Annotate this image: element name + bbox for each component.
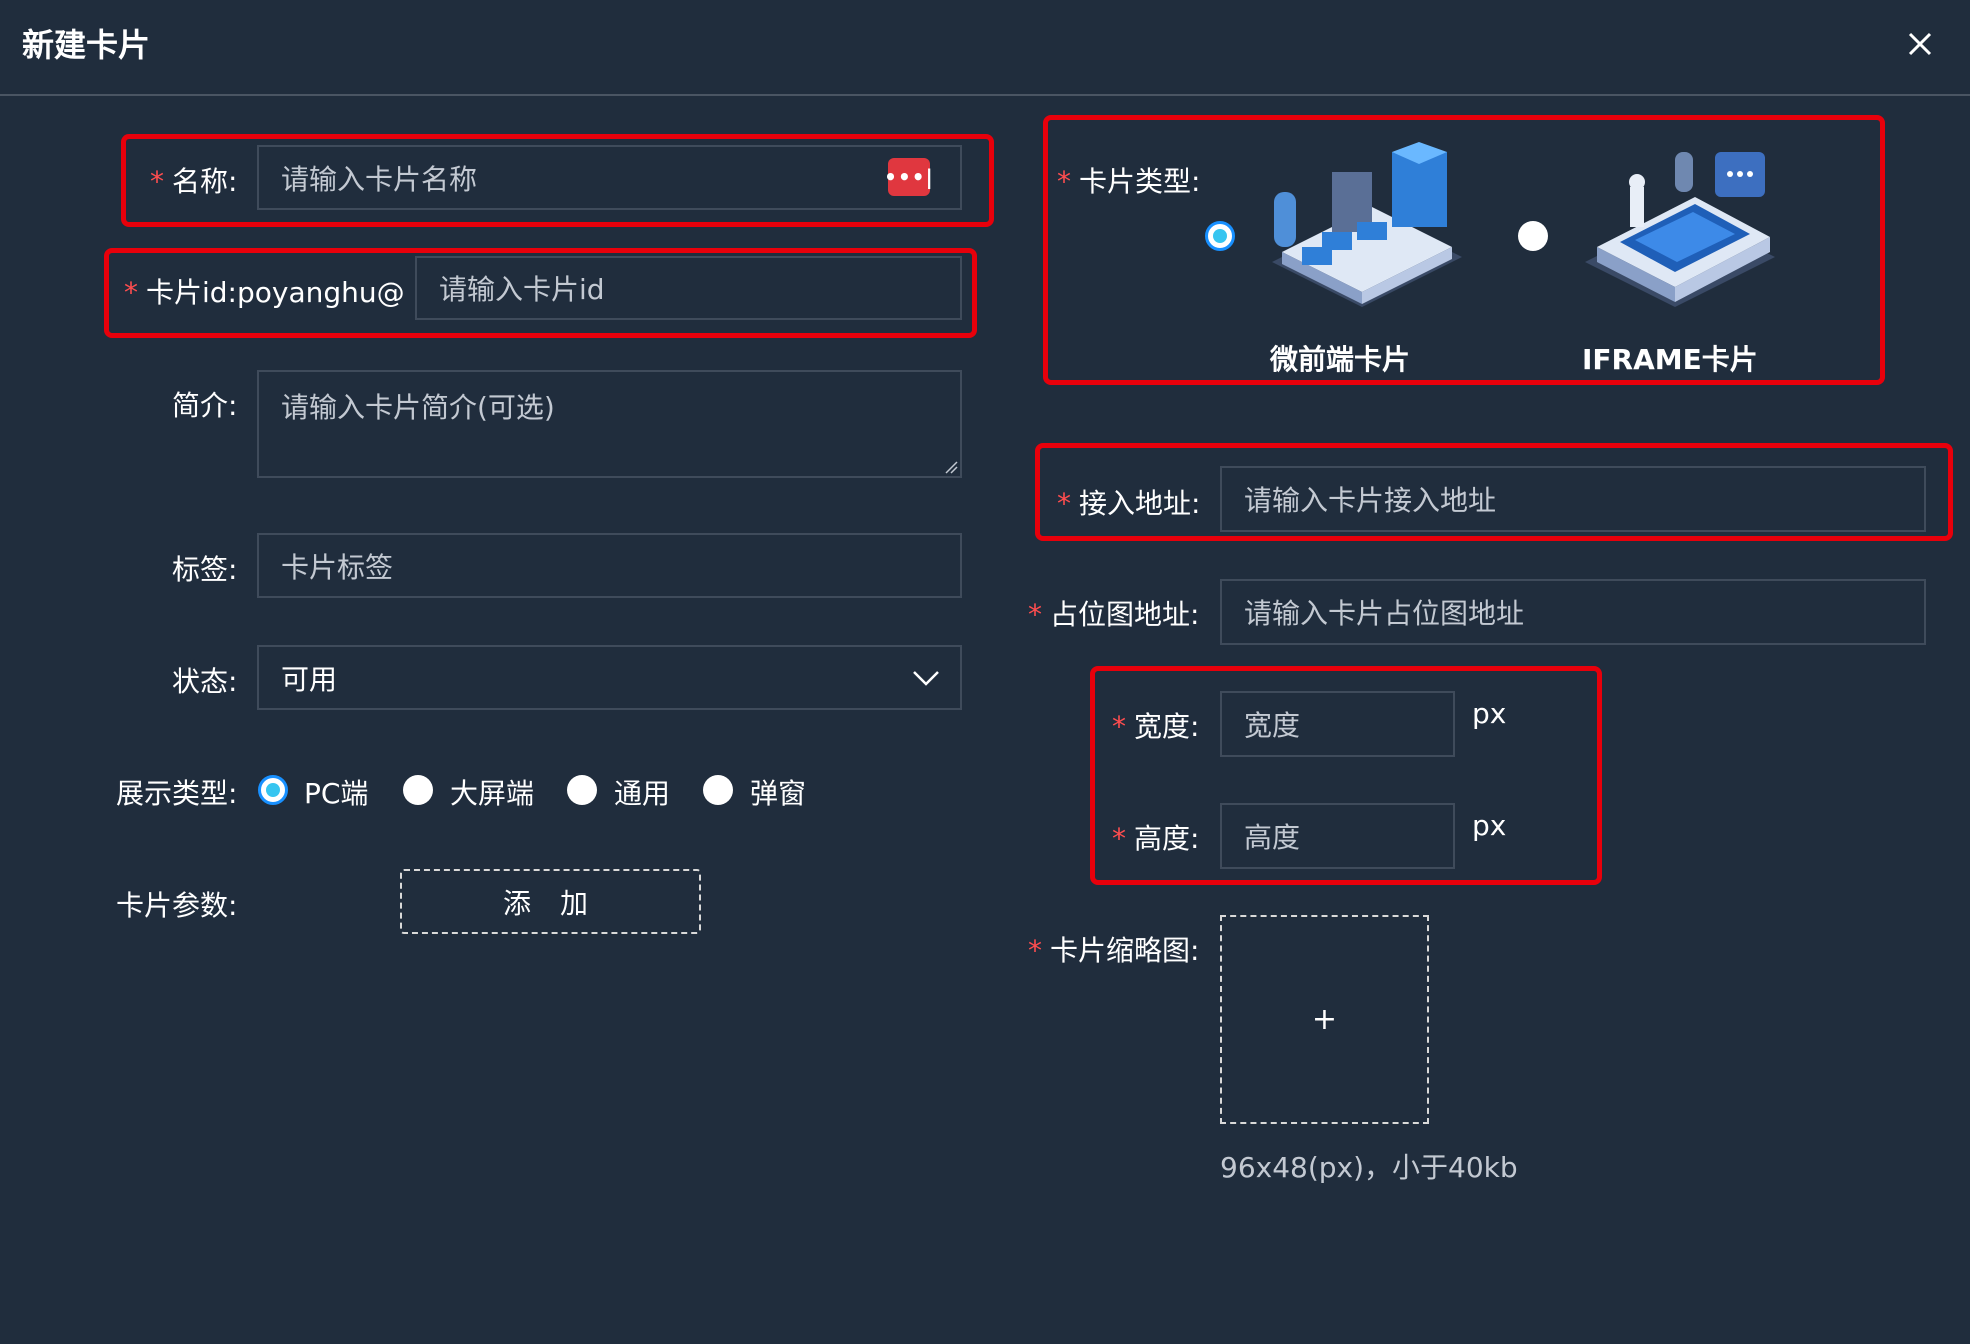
card-type-label: * 卡片类型:	[1057, 165, 1201, 198]
thumbnail-upload[interactable]: +	[1220, 915, 1429, 1124]
name-input[interactable]: 请输入卡片名称	[257, 145, 962, 210]
iframe-illustration-icon[interactable]	[1575, 142, 1785, 332]
height-unit: px	[1472, 809, 1507, 842]
tags-input[interactable]: 卡片标签	[257, 533, 962, 598]
radio-big-screen[interactable]	[403, 775, 433, 805]
intro-placeholder: 请输入卡片简介(可选)	[281, 391, 555, 424]
access-url-placeholder: 请输入卡片接入地址	[1244, 484, 1497, 517]
access-url-input[interactable]: 请输入卡片接入地址	[1220, 466, 1926, 532]
thumbnail-label: * 卡片缩略图:	[1028, 934, 1200, 967]
card-id-input[interactable]: 请输入卡片id	[415, 256, 962, 320]
add-param-button[interactable]: 添 加	[400, 869, 701, 934]
height-placeholder: 高度	[1244, 821, 1301, 854]
card-id-placeholder: 请输入卡片id	[439, 273, 605, 306]
placeholder-url-input[interactable]: 请输入卡片占位图地址	[1220, 579, 1926, 645]
display-type-label: 展示类型:	[116, 777, 238, 810]
intro-textarea[interactable]: 请输入卡片简介(可选)	[257, 370, 962, 478]
width-placeholder: 宽度	[1244, 709, 1301, 742]
tags-label: 标签:	[172, 553, 238, 586]
card-params-label: 卡片参数:	[116, 889, 238, 922]
micro-frontend-illustration-icon[interactable]	[1262, 142, 1472, 332]
thumbnail-hint: 96x48(px)，小于40kb	[1220, 1151, 1518, 1184]
height-label: * 高度:	[1112, 822, 1200, 855]
placeholder-url-placeholder: 请输入卡片占位图地址	[1244, 597, 1525, 630]
radio-pc[interactable]	[258, 775, 288, 805]
radio-micro-frontend[interactable]	[1205, 221, 1235, 251]
width-unit: px	[1472, 697, 1507, 730]
radio-general-label[interactable]: 通用	[614, 772, 670, 812]
dialog-title: 新建卡片	[22, 26, 151, 64]
placeholder-url-label: * 占位图地址:	[1028, 598, 1200, 631]
access-url-label: * 接入地址:	[1057, 487, 1201, 520]
tags-placeholder: 卡片标签	[281, 550, 394, 584]
status-label: 状态:	[172, 665, 238, 698]
dialog-header: 新建卡片	[0, 0, 1970, 96]
height-input[interactable]: 高度	[1220, 803, 1455, 869]
card-id-prefix: poyanghu@	[237, 276, 405, 309]
radio-popup[interactable]	[703, 775, 733, 805]
status-select[interactable]: 可用	[257, 645, 962, 710]
radio-iframe[interactable]	[1518, 221, 1548, 251]
radio-popup-label[interactable]: 弹窗	[750, 772, 806, 812]
radio-general[interactable]	[567, 775, 597, 805]
plus-icon: +	[1311, 1002, 1338, 1037]
status-value: 可用	[281, 662, 338, 696]
radio-pc-label[interactable]: PC端	[304, 772, 368, 812]
radio-big-screen-label[interactable]: 大屏端	[450, 772, 534, 812]
name-placeholder: 请输入卡片名称	[281, 162, 478, 196]
micro-frontend-label[interactable]: 微前端卡片	[1270, 338, 1410, 378]
chevron-down-icon	[913, 671, 939, 686]
iframe-label[interactable]: IFRAME卡片	[1582, 338, 1758, 378]
card-id-label: * 卡片id:poyanghu@	[124, 276, 405, 309]
resize-handle-icon[interactable]	[944, 460, 958, 474]
close-icon[interactable]	[1898, 22, 1942, 66]
width-input[interactable]: 宽度	[1220, 691, 1455, 757]
width-label: * 宽度:	[1112, 710, 1200, 743]
password-manager-icon[interactable]: •••|	[884, 158, 933, 196]
name-label: * 名称:	[150, 165, 238, 198]
intro-label: 简介:	[172, 389, 238, 422]
required-mark: *	[150, 165, 164, 198]
